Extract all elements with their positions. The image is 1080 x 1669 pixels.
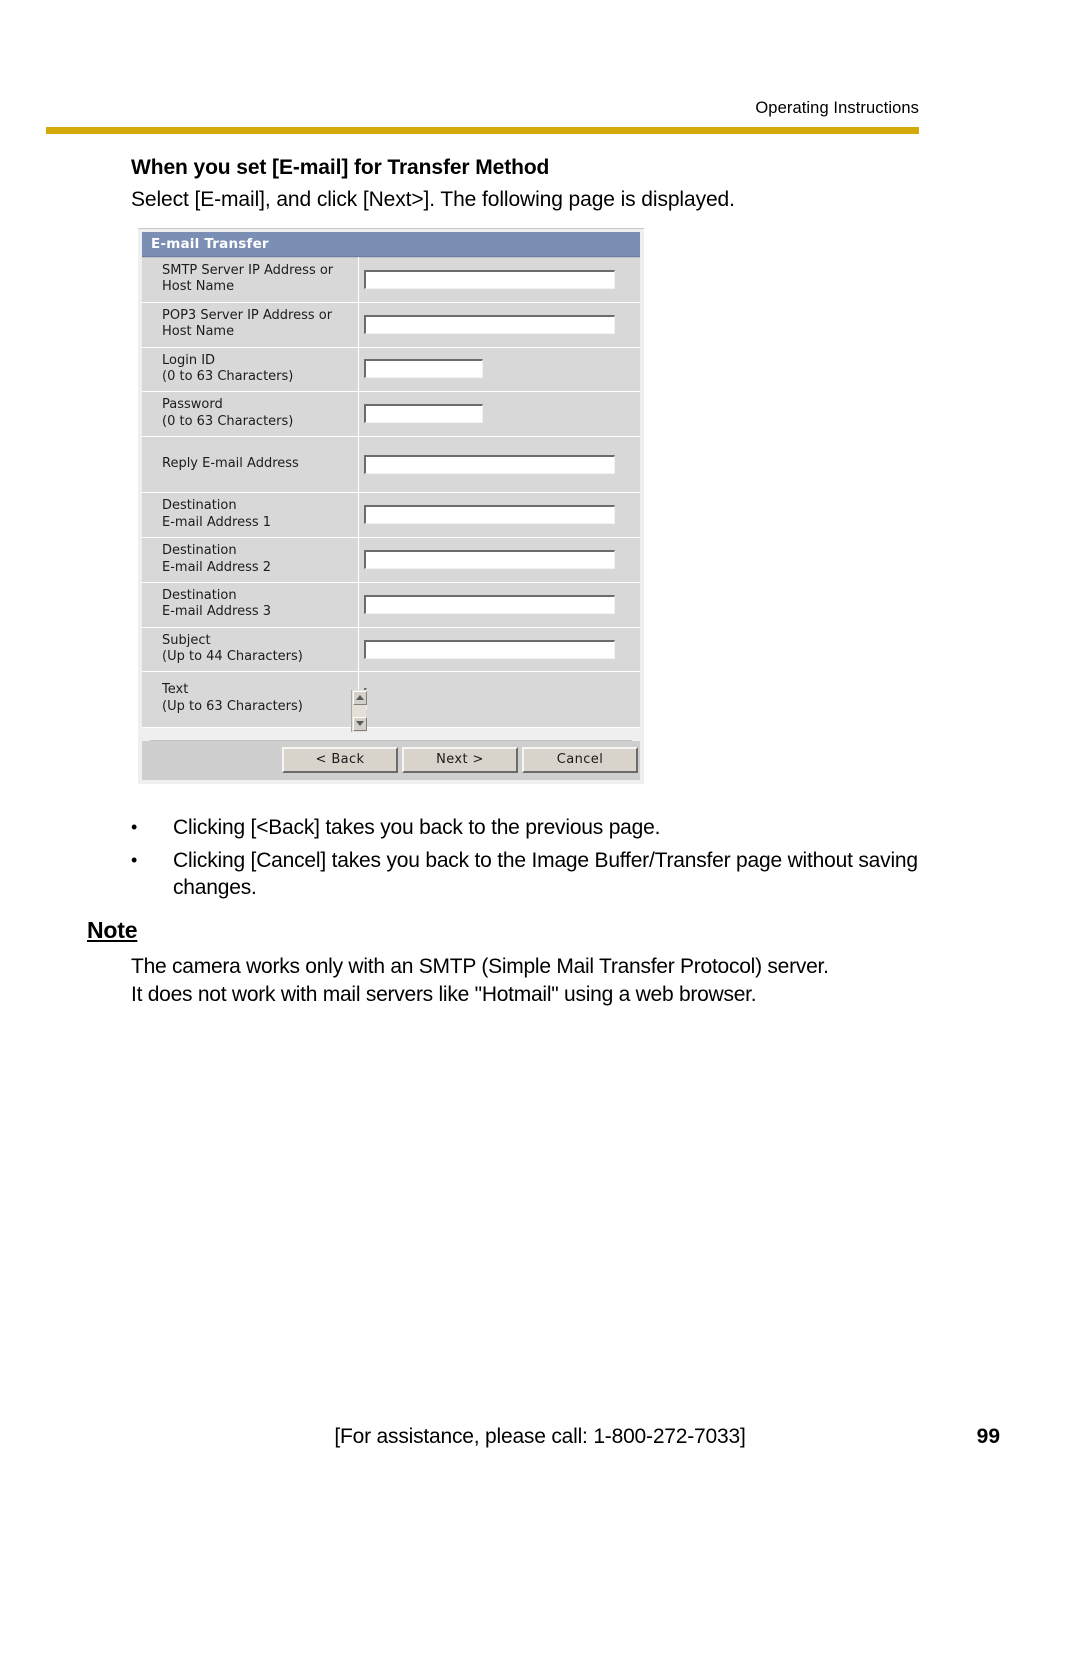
figure-button-bar: < Back Next > Cancel	[142, 741, 640, 781]
form-row-destination-2: Destination E-mail Address 2	[142, 537, 640, 583]
label-line-1: Destination	[162, 543, 237, 559]
section-intro: Select [E-mail], and click [Next>]. The …	[131, 188, 735, 211]
label-line-2: (Up to 63 Characters)	[162, 698, 303, 714]
label-line-2: E-mail Address 2	[162, 559, 272, 575]
label-line-1: Destination	[162, 587, 237, 603]
label-line-1: Subject	[162, 632, 211, 648]
list-item-text: Clicking [Cancel] takes you back to the …	[173, 848, 918, 900]
label-line-1: Text	[162, 682, 189, 698]
bullet-marker-icon: •	[131, 849, 138, 870]
label-login-id: Login ID (0 to 63 Characters)	[142, 346, 359, 393]
label-line-2: Host Name	[162, 324, 235, 340]
label-text: Text (Up to 63 Characters)	[142, 671, 359, 729]
label-destination-1: Destination E-mail Address 1	[142, 492, 359, 539]
field-cell-destination-3	[358, 581, 640, 628]
label-subject: Subject (Up to 44 Characters)	[142, 626, 359, 673]
label-line-1: Login ID	[162, 352, 216, 368]
label-password: Password (0 to 63 Characters)	[142, 391, 359, 437]
figure-window-title: E-mail Transfer	[142, 232, 640, 257]
subject-input[interactable]	[364, 639, 615, 659]
note-heading: Note	[87, 917, 138, 943]
page-header: Operating Instructions	[46, 100, 919, 134]
textarea-scrollbar[interactable]	[351, 689, 367, 732]
next-button[interactable]: Next >	[402, 747, 518, 774]
label-line-1: Reply E-mail Address	[162, 456, 299, 471]
smtp-server-input[interactable]	[364, 269, 615, 289]
form-row-smtp-server: SMTP Server IP Address or Host Name	[142, 257, 640, 303]
form-row-pop3-server: POP3 Server IP Address or Host Name	[142, 301, 640, 348]
note-body: The camera works only with an SMTP (Simp…	[131, 953, 931, 1008]
page-footer: [For assistance, please call: 1-800-272-…	[0, 1425, 1080, 1465]
field-cell-pop3-server	[358, 301, 640, 348]
field-cell-destination-1	[358, 492, 640, 539]
reply-email-input[interactable]	[364, 454, 615, 474]
page-number: 99	[976, 1425, 1000, 1448]
label-destination-3: Destination E-mail Address 3	[142, 581, 359, 628]
list-item-text: Clicking [<Back] takes you back to the p…	[173, 816, 661, 839]
field-cell-destination-2	[358, 537, 640, 583]
bullet-marker-icon: •	[131, 817, 138, 837]
field-cell-login-id	[358, 346, 640, 393]
assistance-text: [For assistance, please call: 1-800-272-…	[334, 1425, 746, 1448]
email-transfer-figure: E-mail Transfer SMTP Server IP Address o…	[138, 228, 644, 785]
label-smtp-server: SMTP Server IP Address or Host Name	[142, 257, 359, 303]
label-line-2: (0 to 63 Characters)	[162, 368, 294, 384]
cancel-button[interactable]: Cancel	[522, 747, 638, 774]
label-line-2: E-mail Address 3	[162, 604, 272, 620]
section-heading: When you set [E-mail] for Transfer Metho…	[131, 156, 550, 179]
label-line-1: POP3 Server IP Address or	[162, 307, 333, 323]
destination-2-input[interactable]	[364, 550, 615, 569]
field-cell-text	[351, 671, 640, 732]
label-line-1: Destination	[162, 498, 237, 514]
form-row-text: Text (Up to 63 Characters)	[142, 671, 640, 732]
label-line-2: Host Name	[162, 279, 235, 295]
bullet-list: • Clicking [<Back] takes you back to the…	[131, 814, 931, 907]
label-line-1: Password	[162, 397, 223, 413]
text-textarea[interactable]	[351, 687, 367, 732]
form-row-password: Password (0 to 63 Characters)	[142, 391, 640, 437]
password-input[interactable]	[364, 404, 483, 424]
email-transfer-form: SMTP Server IP Address or Host Name POP3…	[142, 257, 640, 732]
list-item: • Clicking [Cancel] takes you back to th…	[131, 847, 931, 902]
pop3-server-input[interactable]	[364, 314, 615, 334]
field-cell-password	[358, 391, 640, 437]
label-line-2: E-mail Address 1	[162, 514, 272, 530]
login-id-input[interactable]	[364, 359, 483, 379]
form-row-login-id: Login ID (0 to 63 Characters)	[142, 346, 640, 393]
form-row-reply-email: Reply E-mail Address	[142, 435, 640, 494]
scroll-down-arrow-icon[interactable]	[353, 716, 367, 731]
destination-3-input[interactable]	[364, 594, 615, 614]
destination-1-input[interactable]	[364, 505, 615, 525]
label-pop3-server: POP3 Server IP Address or Host Name	[142, 301, 359, 348]
field-cell-reply-email	[358, 435, 640, 494]
label-reply-email: Reply E-mail Address	[142, 435, 359, 494]
label-line-2: (Up to 44 Characters)	[162, 649, 303, 664]
field-cell-smtp-server	[358, 257, 640, 303]
form-row-subject: Subject (Up to 44 Characters)	[142, 626, 640, 673]
header-rule	[46, 126, 919, 134]
list-item: • Clicking [<Back] takes you back to the…	[131, 814, 931, 842]
form-row-destination-1: Destination E-mail Address 1	[142, 492, 640, 539]
note-line-1: The camera works only with an SMTP (Simp…	[131, 955, 829, 978]
field-cell-subject	[358, 626, 640, 673]
scroll-up-arrow-icon[interactable]	[353, 690, 367, 705]
label-destination-2: Destination E-mail Address 2	[142, 537, 359, 583]
form-row-destination-3: Destination E-mail Address 3	[142, 581, 640, 628]
header-title: Operating Instructions	[755, 99, 919, 117]
label-line-1: SMTP Server IP Address or	[162, 263, 334, 278]
label-line-2: (0 to 63 Characters)	[162, 413, 294, 429]
note-line-2: It does not work with mail servers like …	[131, 982, 757, 1006]
back-button[interactable]: < Back	[282, 747, 398, 774]
